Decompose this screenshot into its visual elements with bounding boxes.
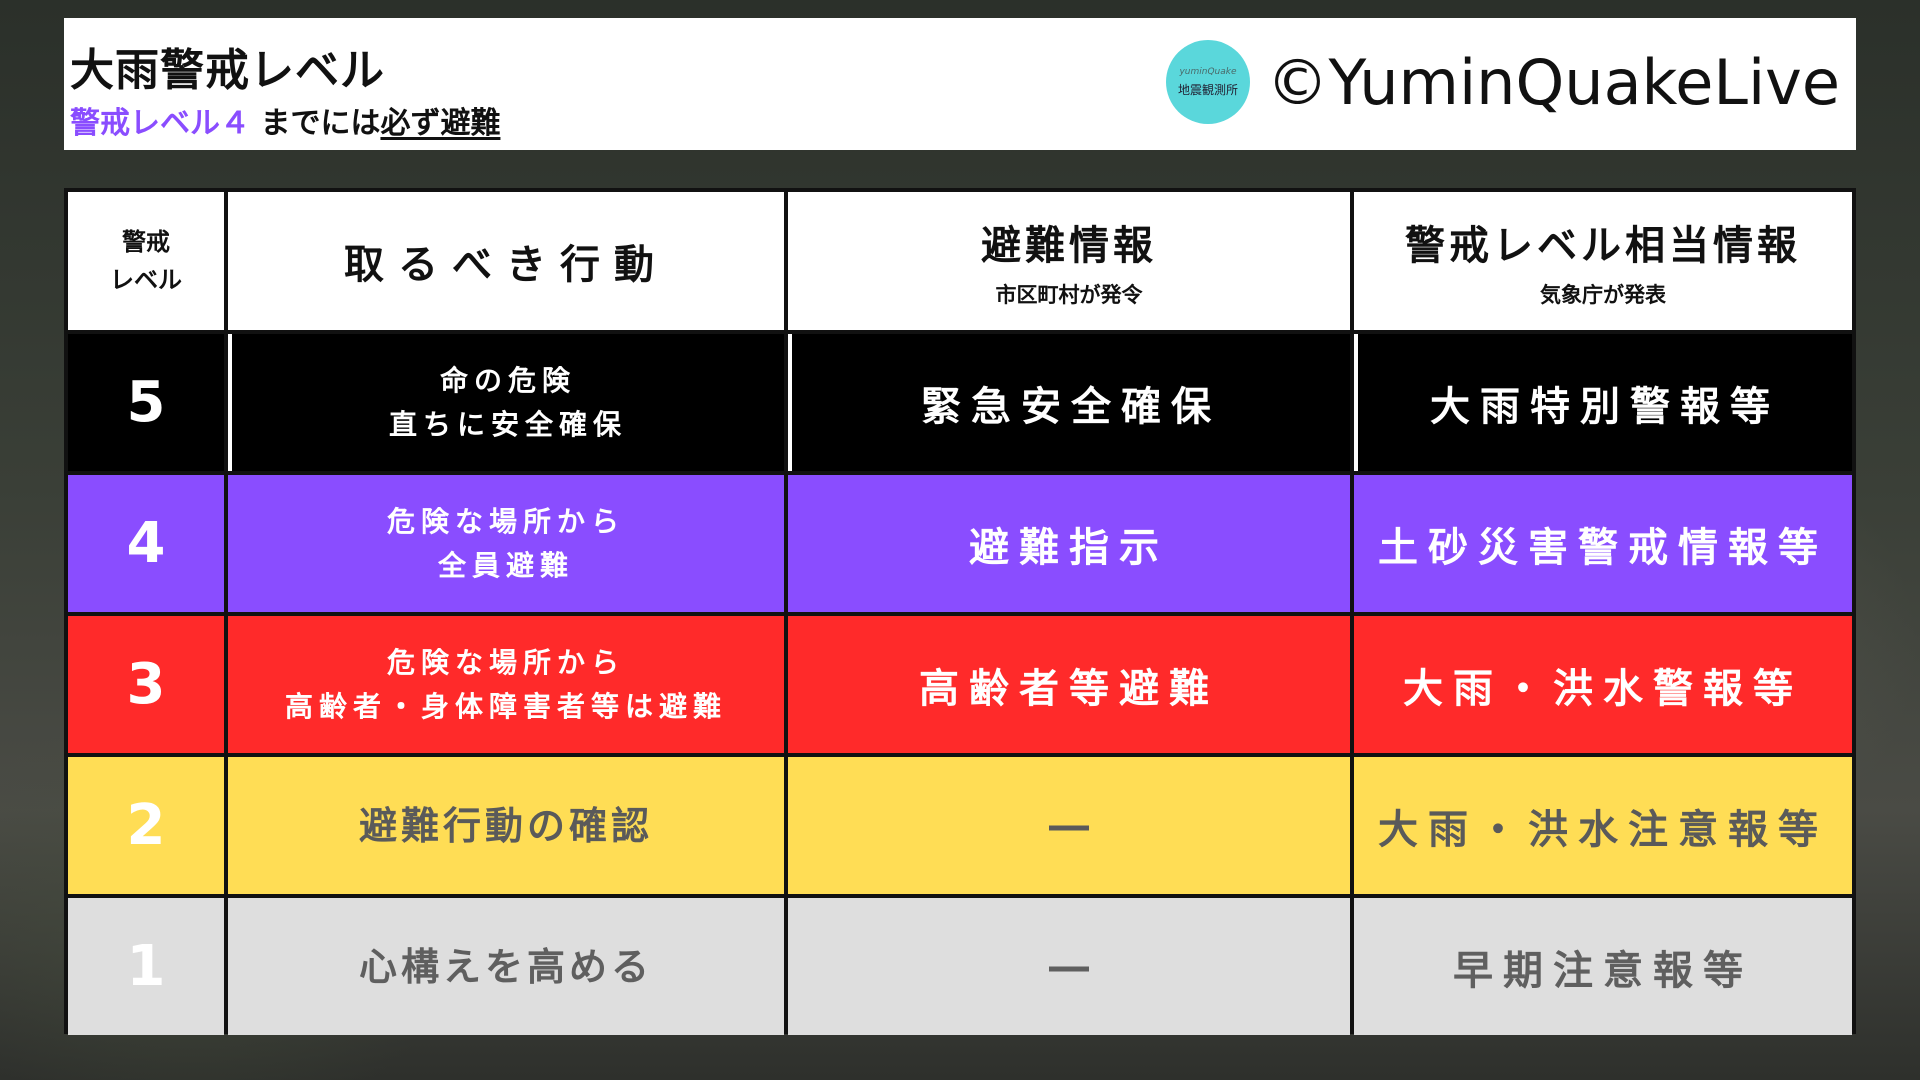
level-2-evac: ―: [788, 757, 1350, 894]
level-5-action-line1: 命の危険: [439, 363, 576, 397]
level-2-number: 2: [68, 757, 224, 894]
level-3-equiv: 大雨・洪水警報等: [1354, 616, 1852, 753]
header-level-line2: レベル: [110, 266, 182, 294]
level-3-number: 3: [68, 616, 224, 753]
level-4-evac: 避難指示: [788, 475, 1350, 612]
level-3-action: 危険な場所から 高齢者・身体障害者等は避難: [228, 616, 784, 753]
header-evac: 避難情報 市区町村が発令: [788, 192, 1350, 330]
header-equiv-sub: 気象庁が発表: [1540, 283, 1666, 307]
level-5-equiv: 大雨特別警報等: [1354, 334, 1852, 471]
subtitle-must: 必ず避難: [380, 106, 501, 141]
subtitle-mid: までには: [260, 106, 381, 141]
level-4-equiv: 土砂災害警戒情報等: [1354, 475, 1852, 612]
level-1-number: 1: [68, 898, 224, 1035]
level-4-action-line1: 危険な場所から: [386, 504, 625, 538]
level-3-evac: 高齢者等避難: [788, 616, 1350, 753]
observatory-logo: yuminQuake 地震観測所: [1166, 40, 1250, 124]
level-2-equiv: 大雨・洪水注意報等: [1354, 757, 1852, 894]
logo-top-text: yuminQuake: [1179, 66, 1237, 77]
level-4-action-line2: 全員避難: [437, 548, 574, 582]
alert-level-table: 警戒 レベル 取るべき行動 避難情報 市区町村が発令 警戒レベル相当情報 気象庁…: [64, 188, 1856, 1035]
level-2-action: 避難行動の確認: [228, 757, 784, 894]
level-4-number: 4: [68, 475, 224, 612]
header-equiv: 警戒レベル相当情報 気象庁が発表: [1354, 192, 1852, 330]
level-5-action: 命の危険 直ちに安全確保: [228, 334, 784, 471]
subtitle-level: 警戒レベル４: [70, 106, 250, 141]
header-equiv-label: 警戒レベル相当情報: [1405, 223, 1801, 269]
header-level: 警戒 レベル: [68, 192, 224, 330]
page-subtitle: 警戒レベル４ までには必ず避難: [70, 98, 500, 142]
level-3-action-line1: 危険な場所から: [386, 645, 625, 679]
copyright-text: ©YuminQuakeLive: [1266, 46, 1841, 119]
level-5-action-line2: 直ちに安全確保: [388, 407, 627, 441]
header-action: 取るべき行動: [228, 192, 784, 330]
header-banner: 大雨警戒レベル 警戒レベル４ までには必ず避難 yuminQuake 地震観測所…: [64, 18, 1856, 150]
level-1-action: 心構えを高める: [228, 898, 784, 1035]
header-evac-sub: 市区町村が発令: [995, 283, 1143, 307]
level-1-equiv: 早期注意報等: [1354, 898, 1852, 1035]
level-5-evac: 緊急安全確保: [788, 334, 1350, 471]
level-1-evac: ―: [788, 898, 1350, 1035]
header-action-label: 取るべき行動: [344, 242, 668, 288]
level-3-action-line2: 高齢者・身体障害者等は避難: [284, 689, 727, 723]
level-5-number: 5: [68, 334, 224, 471]
level-4-action: 危険な場所から 全員避難: [228, 475, 784, 612]
header-level-line1: 警戒: [122, 228, 170, 256]
logo-main-text: 地震観測所: [1177, 82, 1238, 97]
page-title: 大雨警戒レベル: [70, 45, 385, 96]
header-evac-label: 避難情報: [981, 223, 1157, 269]
